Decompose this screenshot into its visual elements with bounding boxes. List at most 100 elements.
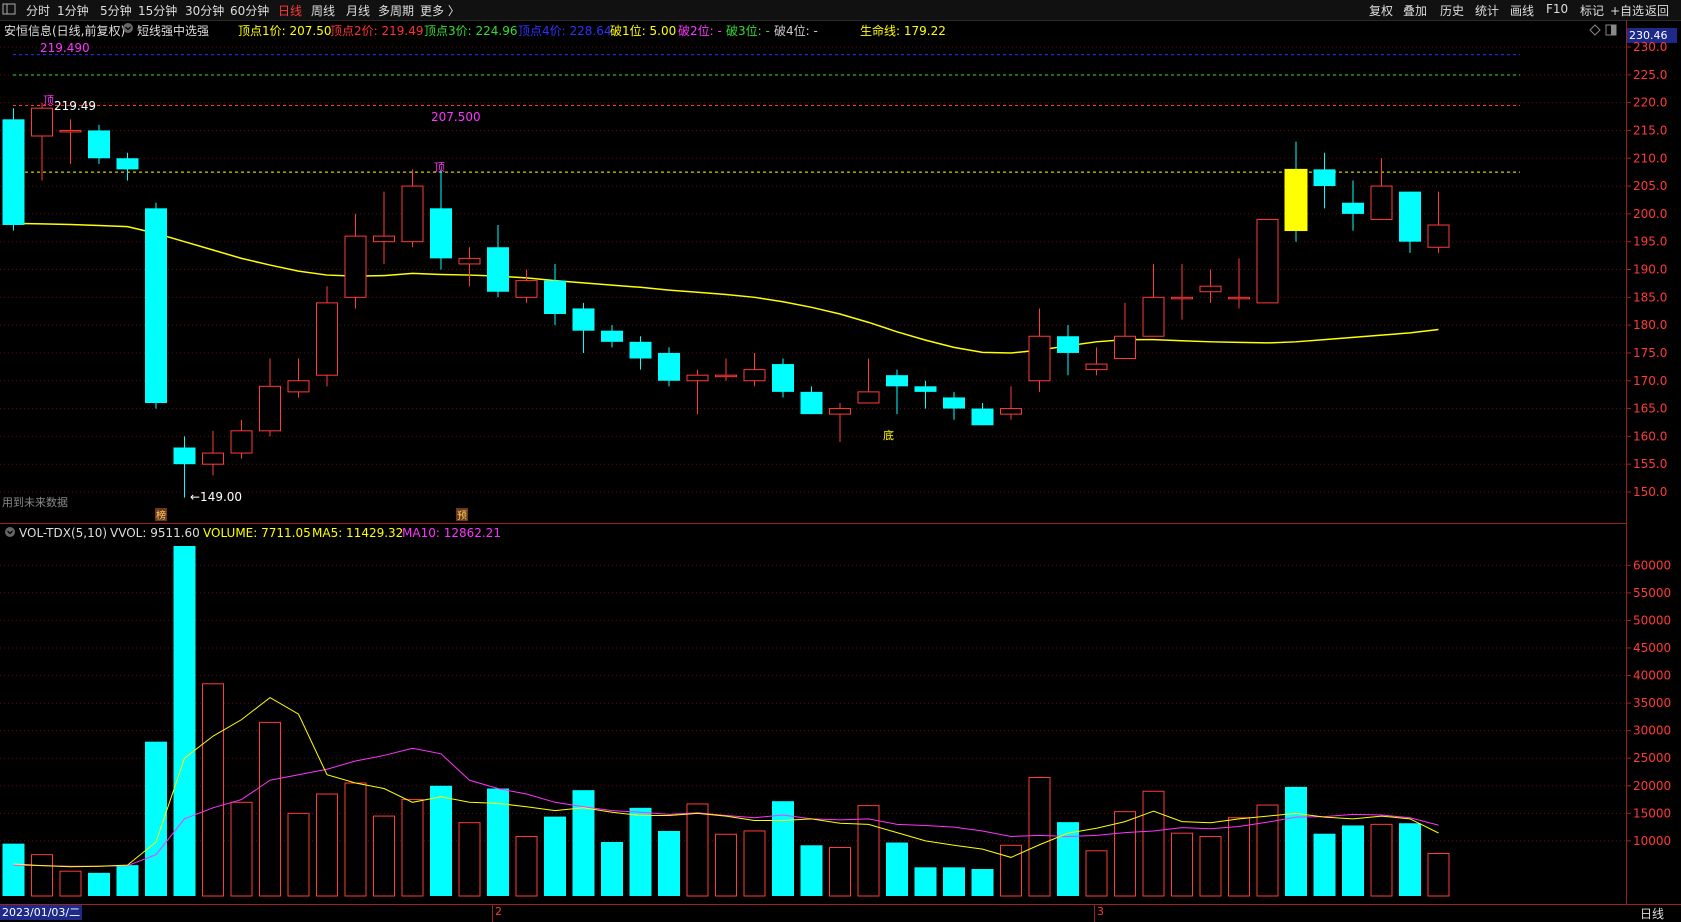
toolbar-item-2[interactable]: 5分钟: [100, 2, 132, 19]
month-separator: [1094, 905, 1095, 922]
volume-bar: [1171, 832, 1193, 897]
candle: [1199, 269, 1222, 303]
price-tick-label: 175.0: [1633, 346, 1667, 360]
candle: [145, 202, 167, 409]
price-tick-label: 150.0: [1633, 485, 1667, 499]
volume-bar: [202, 683, 224, 897]
volume-bar: [59, 870, 82, 897]
candle: [373, 191, 395, 264]
toolbar-item-3[interactable]: 15分钟: [138, 2, 177, 19]
volume-bar: [88, 872, 110, 896]
candle: [715, 358, 737, 381]
volume-bar: [1370, 823, 1393, 897]
vol-indicator-name[interactable]: VOL-TDX(5,10): [19, 526, 107, 540]
price-tick-label: 195.0: [1633, 235, 1667, 249]
candle: [1399, 191, 1421, 253]
toolbar-right-item-7[interactable]: +自选: [1610, 2, 1644, 19]
volume-bar: [971, 868, 994, 896]
candle: [1057, 325, 1079, 376]
candle: [1313, 152, 1336, 209]
candle: [230, 419, 253, 459]
volume-bar: [715, 833, 737, 897]
candle: [287, 358, 310, 398]
volume-bar: [1199, 835, 1222, 897]
volume-bar: [1142, 790, 1165, 897]
toolbar-right-item-5[interactable]: F10: [1546, 2, 1568, 16]
volume-bar: [430, 785, 452, 896]
volume-bar: [1114, 811, 1136, 897]
volume-bar: [829, 846, 851, 897]
candle: [857, 358, 880, 404]
price-tick-label: 215.0: [1633, 123, 1667, 137]
candle: [772, 358, 794, 398]
candle: [629, 336, 652, 370]
toolbar-item-0[interactable]: 分时: [26, 2, 50, 19]
volume-bar: [658, 830, 680, 896]
candle: [116, 152, 139, 181]
candle: [259, 358, 281, 437]
month-marker-3: 3: [1097, 905, 1104, 918]
toolbar-right-item-0[interactable]: 复权: [1369, 2, 1393, 19]
volume-chart[interactable]: 10000 15000 20000 25000 30000 35000 40000 45000…: [0, 524, 1681, 904]
toolbar-right-item-1[interactable]: 叠加: [1403, 2, 1427, 19]
toolbar-item-8[interactable]: 月线: [346, 2, 370, 19]
candle: [344, 213, 367, 309]
candle: [971, 403, 994, 426]
candle: [1370, 158, 1393, 220]
volume-bar: [31, 854, 53, 897]
toolbar-right-item-3[interactable]: 统计: [1475, 2, 1499, 19]
toolbar-item-10[interactable]: 更多 〉: [420, 2, 460, 19]
candle: [544, 263, 566, 326]
volume-bar: [1228, 817, 1250, 897]
volume-bar: [173, 546, 196, 896]
price-tick-label: 180.0: [1633, 318, 1667, 332]
candle: [914, 380, 937, 409]
vol-tick-label: 15000: [1633, 806, 1671, 820]
volume-bar: [544, 816, 566, 896]
toolbar-item-5[interactable]: 60分钟: [230, 2, 269, 19]
candle: [88, 124, 110, 164]
volume-value: VOLUME: 7711.05: [203, 526, 311, 540]
volume-bar: [344, 782, 367, 897]
candle: [487, 225, 509, 298]
volume-bar: [458, 822, 481, 897]
candle: [601, 325, 623, 348]
volume-bar: [886, 842, 908, 896]
volume-bar: [316, 793, 338, 897]
toolbar-item-7[interactable]: 周线: [311, 2, 335, 19]
toolbar-right-item-2[interactable]: 历史: [1440, 2, 1464, 19]
price-tick-label: 225.0: [1633, 68, 1667, 82]
volume-bar: [1427, 852, 1450, 897]
vol-toggle-icon[interactable]: [4, 526, 16, 541]
toolbar-item-6[interactable]: 日线: [278, 2, 302, 19]
top-marker: 顶: [43, 94, 54, 107]
price-tick-label: 160.0: [1633, 429, 1667, 443]
candle: [686, 369, 709, 415]
price-tick-label: 155.0: [1633, 457, 1667, 471]
volume-bar: [914, 867, 937, 896]
top-marker: 顶: [434, 161, 445, 174]
candle: [2, 108, 25, 231]
toolbar-right-item-6[interactable]: 标记: [1580, 2, 1604, 19]
month-separator: [492, 905, 493, 922]
volume-bar: [1399, 823, 1421, 896]
candle: [572, 302, 595, 353]
volume-bar: [686, 803, 709, 897]
vol-ma5-value: MA5: 11429.32: [312, 526, 404, 540]
vol-tick-label: 25000: [1633, 751, 1671, 765]
volume-bar: [601, 841, 623, 896]
toolbar-right-item-4[interactable]: 画线: [1510, 2, 1534, 19]
candlestick-chart[interactable]: 150.0 155.0 160.0 165.0 170.0 175.0 180.0 185.0…: [0, 20, 1681, 524]
toolbar-right-item-8[interactable]: 返回: [1645, 2, 1669, 19]
volume-bar: [116, 865, 139, 896]
vol-tick-label: 50000: [1633, 613, 1671, 627]
menu-icon[interactable]: [2, 3, 16, 15]
candle: [1028, 308, 1051, 392]
toolbar-item-1[interactable]: 1分钟: [57, 2, 89, 19]
vol-tick-label: 45000: [1633, 641, 1671, 655]
toolbar-item-9[interactable]: 多周期: [378, 2, 414, 19]
period-label[interactable]: 日线: [1640, 905, 1664, 922]
bang-marker: 榜: [156, 509, 166, 522]
price-tick-label: 210.0: [1633, 151, 1667, 165]
toolbar-item-4[interactable]: 30分钟: [185, 2, 224, 19]
